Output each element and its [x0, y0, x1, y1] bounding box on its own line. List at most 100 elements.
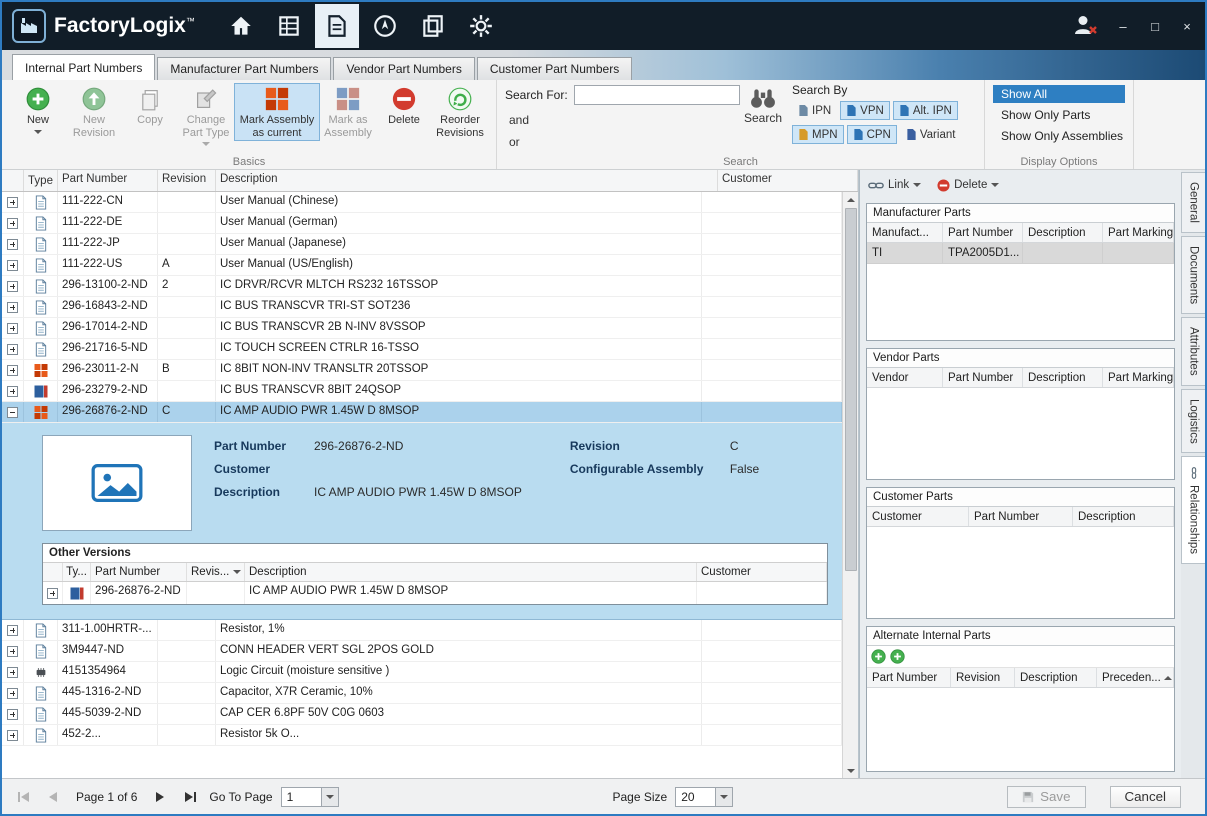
- delete-button[interactable]: Delete: [376, 83, 432, 129]
- add-alternate-part-button[interactable]: [871, 649, 886, 664]
- add-alternate-part-secondary-button[interactable]: [890, 649, 905, 664]
- expand-icon[interactable]: [47, 587, 58, 599]
- tab-vendor-part-numbers[interactable]: Vendor Part Numbers: [333, 57, 475, 80]
- expand-icon[interactable]: [7, 708, 18, 720]
- expand-icon[interactable]: [7, 301, 18, 313]
- table-row[interactable]: 111-222-CN User Manual (Chinese): [2, 192, 842, 213]
- mark-as-assembly-button[interactable]: Mark as Assembly: [320, 83, 376, 141]
- column-description[interactable]: Description: [216, 170, 718, 191]
- column-part-marking[interactable]: Part Marking: [1103, 223, 1174, 242]
- column-part-marking[interactable]: Part Marking: [1103, 368, 1174, 387]
- table-row[interactable]: 445-1316-2-ND Capacitor, X7R Ceramic, 10…: [2, 683, 842, 704]
- other-version-row[interactable]: 296-26876-2-ND IC AMP AUDIO PWR 1.45W D …: [43, 582, 827, 604]
- scrollbar-thumb[interactable]: [844, 208, 857, 572]
- ov-column-description[interactable]: Description: [245, 563, 697, 581]
- save-button[interactable]: Save: [1007, 785, 1086, 808]
- ov-column-customer[interactable]: Customer: [697, 563, 827, 581]
- table-row[interactable]: 111-222-US A User Manual (US/English): [2, 255, 842, 276]
- column-part-number[interactable]: Part Number: [867, 668, 951, 687]
- expand-icon[interactable]: [7, 196, 18, 208]
- table-row-selected[interactable]: 296-26876-2-ND C IC AMP AUDIO PWR 1.45W …: [2, 402, 842, 423]
- filter-ipn[interactable]: IPN: [792, 101, 837, 120]
- table-row[interactable]: 296-13100-2-ND 2 IC DRVR/RCVR MLTCH RS23…: [2, 276, 842, 297]
- go-to-page-select[interactable]: 1: [280, 786, 339, 807]
- worksheet-icon[interactable]: [267, 4, 311, 48]
- ov-column-revision[interactable]: Revis...: [187, 563, 245, 581]
- column-part-number[interactable]: Part Number: [943, 223, 1023, 242]
- filter-caret-icon[interactable]: [233, 570, 242, 574]
- dropdown-caret-icon[interactable]: [320, 787, 338, 806]
- settings-gear-icon[interactable]: [459, 4, 503, 48]
- search-button[interactable]: Search: [740, 83, 786, 125]
- cancel-button[interactable]: Cancel: [1109, 785, 1181, 808]
- column-customer[interactable]: Customer: [867, 507, 969, 526]
- scroll-up-icon[interactable]: [843, 192, 858, 207]
- manufacturer-part-row[interactable]: TI TPA2005D1...: [867, 243, 1174, 264]
- close-button[interactable]: ×: [1179, 19, 1195, 34]
- expand-icon[interactable]: [7, 666, 18, 678]
- part-image-placeholder[interactable]: [42, 435, 192, 531]
- filter-cpn[interactable]: CPN: [846, 125, 897, 144]
- table-row[interactable]: 3M9447-ND CONN HEADER VERT SGL 2POS GOLD: [2, 641, 842, 662]
- tab-customer-part-numbers[interactable]: Customer Part Numbers: [476, 57, 633, 80]
- new-button[interactable]: New: [10, 83, 66, 136]
- column-precedence[interactable]: Preceden...: [1097, 668, 1174, 687]
- expand-icon[interactable]: [7, 322, 18, 334]
- ov-column-type[interactable]: Ty...: [63, 563, 91, 581]
- unlink-delete-button[interactable]: Delete: [937, 179, 1000, 192]
- expand-icon[interactable]: [7, 687, 18, 699]
- side-tab-general[interactable]: General: [1181, 172, 1205, 233]
- table-row[interactable]: 452-2... Resistor 5k O...: [2, 725, 842, 746]
- previous-page-button[interactable]: [42, 787, 64, 807]
- show-all-option[interactable]: Show All: [993, 85, 1125, 103]
- vertical-scrollbar[interactable]: [842, 192, 858, 778]
- column-description[interactable]: Description: [1015, 668, 1097, 687]
- expand-icon[interactable]: [7, 280, 18, 292]
- expand-icon[interactable]: [7, 385, 18, 397]
- table-row[interactable]: 296-21716-5-ND IC TOUCH SCREEN CTRLR 16-…: [2, 339, 842, 360]
- table-row[interactable]: 111-222-DE User Manual (German): [2, 213, 842, 234]
- tab-internal-part-numbers[interactable]: Internal Part Numbers: [12, 54, 156, 80]
- column-part-number[interactable]: Part Number: [58, 170, 158, 191]
- side-tab-logistics[interactable]: Logistics: [1181, 388, 1205, 454]
- column-part-number[interactable]: Part Number: [943, 368, 1023, 387]
- show-only-parts-option[interactable]: Show Only Parts: [993, 106, 1125, 124]
- expand-icon[interactable]: [7, 343, 18, 355]
- column-part-number[interactable]: Part Number: [969, 507, 1073, 526]
- documents-icon[interactable]: [411, 4, 455, 48]
- navigator-icon[interactable]: [363, 4, 407, 48]
- expand-icon[interactable]: [7, 259, 18, 271]
- new-revision-button[interactable]: New Revision: [66, 83, 122, 141]
- link-button[interactable]: Link: [868, 179, 922, 191]
- maximize-button[interactable]: □: [1147, 19, 1163, 34]
- table-row[interactable]: 445-5039-2-ND CAP CER 6.8PF 50V C0G 0603: [2, 704, 842, 725]
- tab-manufacturer-part-numbers[interactable]: Manufacturer Part Numbers: [157, 57, 332, 80]
- expand-icon[interactable]: [7, 729, 18, 741]
- mark-assembly-as-current-button[interactable]: Mark Assembly as current: [234, 83, 320, 142]
- copy-button[interactable]: Copy: [122, 83, 178, 129]
- search-input[interactable]: [573, 85, 740, 105]
- reorder-revisions-button[interactable]: Reorder Revisions: [432, 83, 488, 141]
- column-description[interactable]: Description: [1073, 507, 1174, 526]
- minimize-button[interactable]: –: [1115, 19, 1131, 34]
- column-description[interactable]: Description: [1023, 368, 1103, 387]
- dropdown-caret-icon[interactable]: [715, 787, 733, 806]
- scroll-down-icon[interactable]: [843, 763, 858, 778]
- next-page-button[interactable]: [149, 787, 171, 807]
- filter-mpn[interactable]: MPN: [792, 125, 844, 144]
- column-revision[interactable]: Revision: [951, 668, 1015, 687]
- table-row[interactable]: 311-1.00HRTR-... Resistor, 1%: [2, 620, 842, 641]
- filter-variant[interactable]: Variant: [900, 125, 962, 144]
- first-page-button[interactable]: [12, 787, 34, 807]
- table-row[interactable]: 111-222-JP User Manual (Japanese): [2, 234, 842, 255]
- column-description[interactable]: Description: [1023, 223, 1103, 242]
- part-numbers-icon[interactable]: [314, 4, 359, 48]
- expand-icon[interactable]: [7, 624, 18, 636]
- column-revision[interactable]: Revision: [158, 170, 216, 191]
- show-only-assemblies-option[interactable]: Show Only Assemblies: [993, 127, 1125, 145]
- table-row[interactable]: 296-23011-2-N B IC 8BIT NON-INV TRANSLTR…: [2, 360, 842, 381]
- expand-icon[interactable]: [7, 364, 18, 376]
- filter-alt-ipn[interactable]: Alt. IPN: [892, 101, 958, 120]
- page-size-select[interactable]: 20: [675, 786, 734, 807]
- side-tab-relationships[interactable]: Relationships: [1181, 456, 1205, 565]
